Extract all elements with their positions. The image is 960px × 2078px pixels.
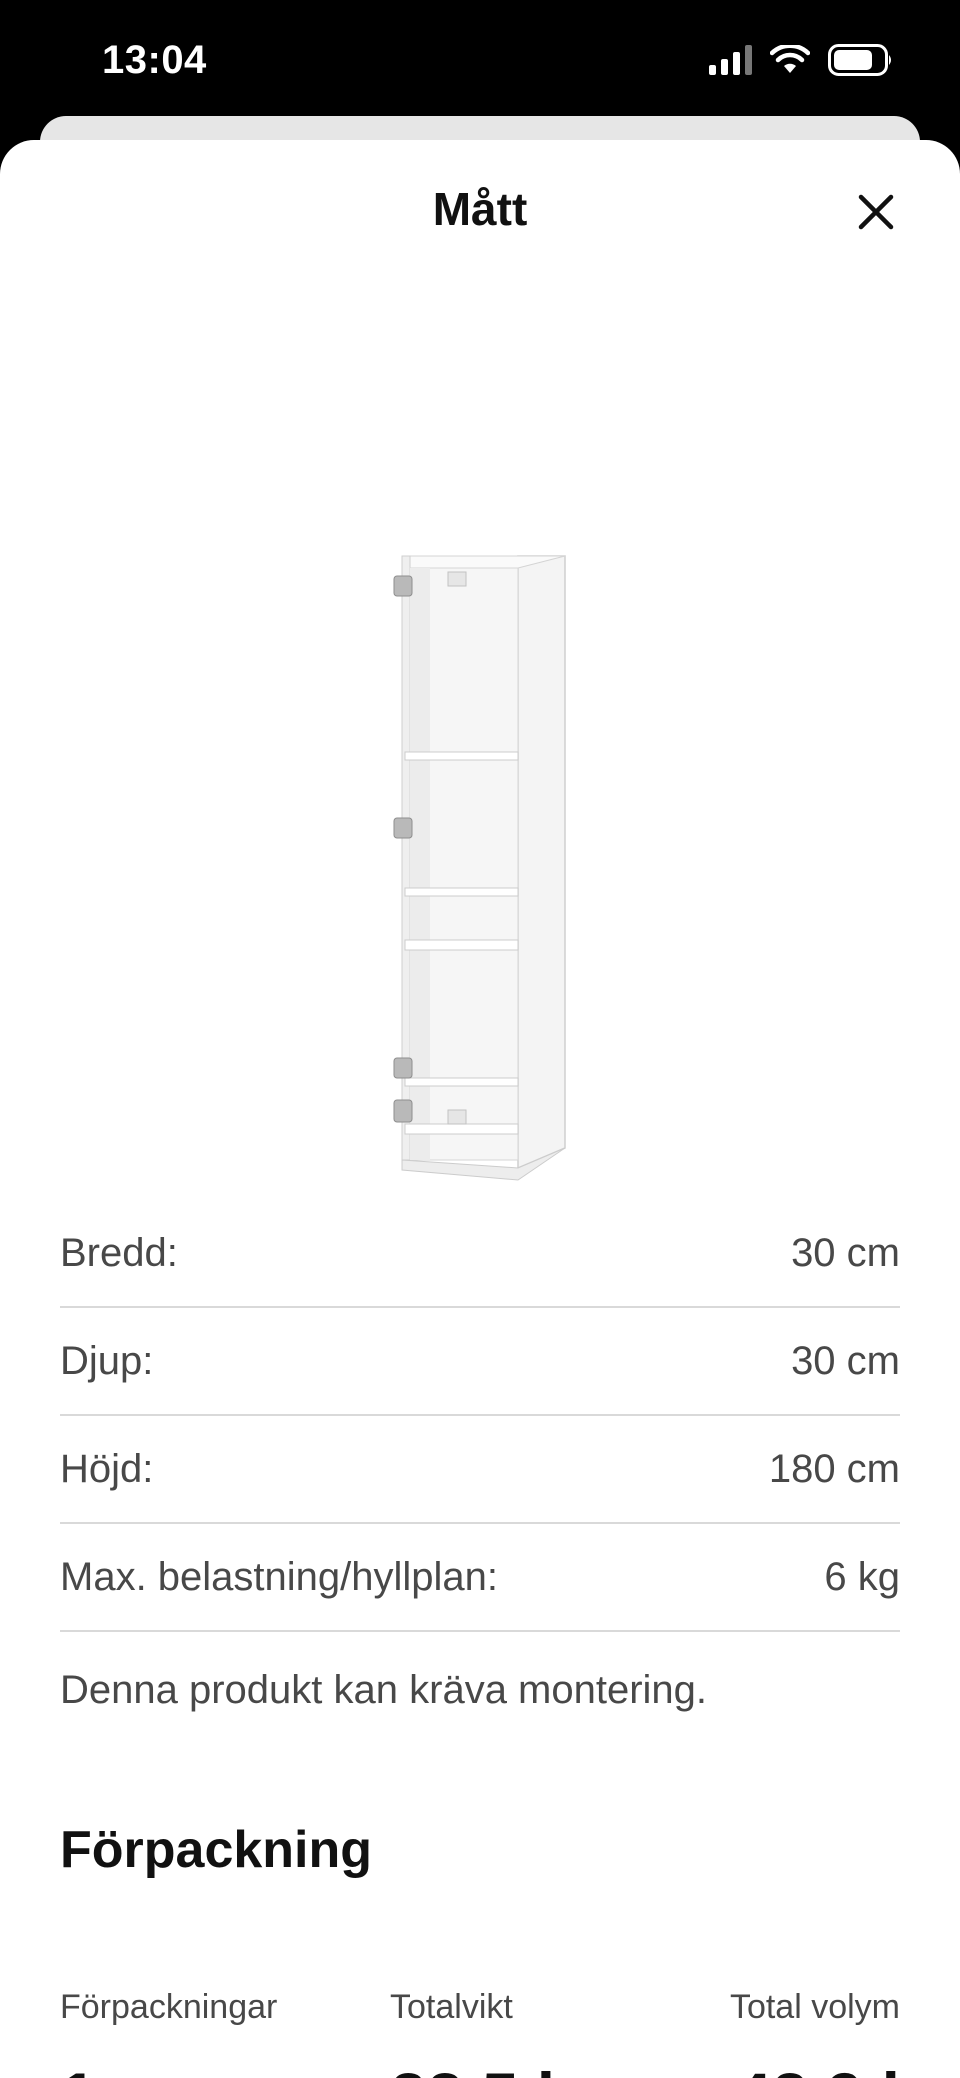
dimension-value: 6 kg (824, 1554, 900, 1599)
sheet-title: Mått (432, 183, 528, 235)
dimension-row-max-load: Max. belastning/hyllplan: 6 kg (60, 1524, 900, 1632)
battery-icon (828, 44, 891, 76)
dimension-label: Höjd: (60, 1446, 154, 1491)
sheet-header: Mått (0, 140, 960, 280)
wifi-icon (770, 45, 810, 73)
signal-icon (709, 45, 752, 75)
cabinet-illustration (393, 555, 566, 1181)
assembly-note: Denna produkt kan kräva montering. (60, 1668, 708, 1712)
dimension-row-width: Bredd: 30 cm (60, 1200, 900, 1308)
volume-value: 42,9 l (735, 2058, 900, 2078)
volume-label: Total volym (729, 1988, 900, 2026)
weight-value: 22,5 kg (390, 2058, 614, 2078)
packaging-labels: Förpackningar Totalvikt Total volym (60, 1988, 900, 2038)
dimension-label: Djup: (60, 1338, 154, 1383)
packages-value: 1 (60, 2058, 97, 2078)
product-image (0, 340, 960, 1320)
close-button[interactable] (848, 184, 904, 240)
status-icons (709, 44, 894, 76)
weight-label: Totalvikt (390, 1988, 513, 2026)
status-time: 13:04 (102, 38, 207, 82)
dimensions-sheet: Mått Bredd: 30 cm Djup: 30 cm Höjd: 180 … (0, 140, 960, 2078)
dimension-row-height: Höjd: 180 cm (60, 1416, 900, 1524)
packaging-values: 1 22,5 kg 42,9 l (60, 2058, 900, 2078)
dimension-label: Bredd: (60, 1230, 178, 1275)
close-icon (858, 194, 894, 230)
dimension-value: 180 cm (768, 1446, 900, 1491)
packages-label: Förpackningar (60, 1988, 278, 2026)
packaging-title: Förpackning (60, 1821, 373, 1879)
dimension-label: Max. belastning/hyllplan: (60, 1554, 499, 1599)
dimension-row-depth: Djup: 30 cm (60, 1308, 900, 1416)
status-bar: 13:04 (0, 0, 960, 120)
dimension-value: 30 cm (791, 1230, 900, 1275)
dimensions-list: Bredd: 30 cm Djup: 30 cm Höjd: 180 cm Ma… (60, 1200, 900, 1632)
dimension-value: 30 cm (791, 1338, 900, 1383)
